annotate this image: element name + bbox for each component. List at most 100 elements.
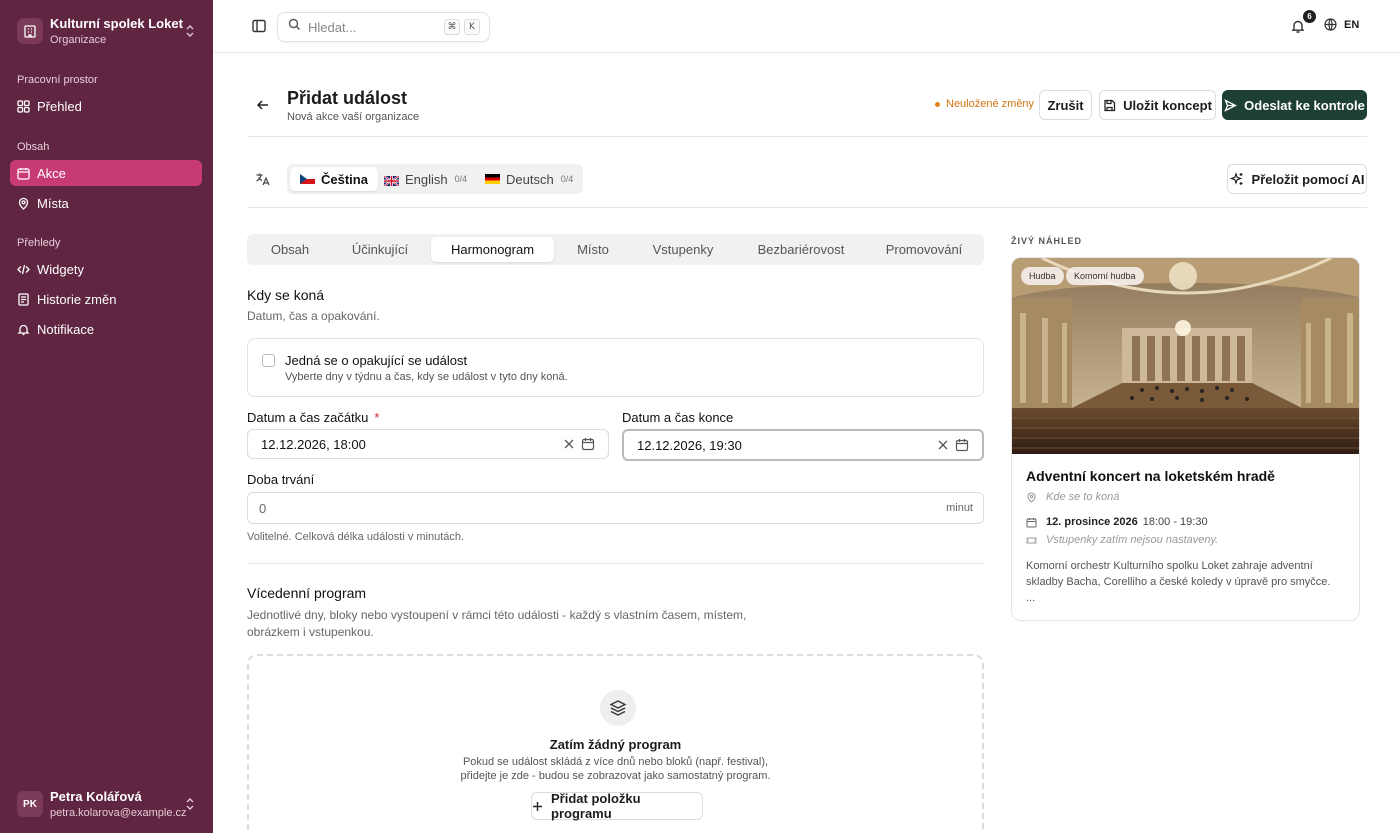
language-tab-de[interactable]: Deutsch 0/4 xyxy=(475,167,583,191)
sidebar-item-overview[interactable]: Přehled xyxy=(10,93,202,119)
notification-count-badge: 6 xyxy=(1303,10,1316,23)
language-switcher[interactable]: EN xyxy=(1324,18,1359,31)
tag-chip: Hudba xyxy=(1021,267,1064,285)
organization-name: Kulturní spolek Loket xyxy=(50,16,183,31)
sparkles-icon xyxy=(1229,172,1244,186)
topbar: Hledat... ⌘ K 6 EN xyxy=(213,0,1400,53)
organization-type: Organizace xyxy=(50,34,107,46)
sidebar-item-widgets[interactable]: Widgety xyxy=(10,256,202,282)
czech-flag-icon xyxy=(300,174,315,184)
sidebar-item-label: Akce xyxy=(37,165,66,181)
translation-progress: 0/4 xyxy=(454,174,468,184)
tab-performers[interactable]: Účinkující xyxy=(337,237,423,262)
sidebar-item-history[interactable]: Historie změn xyxy=(10,286,202,312)
sidebar-item-label: Historie změn xyxy=(37,291,117,307)
avatar: PK xyxy=(17,791,43,817)
language-name: Deutsch xyxy=(506,171,554,187)
save-icon xyxy=(1103,99,1116,112)
add-program-item-button[interactable]: Přidat položku programu xyxy=(531,791,703,821)
submit-review-button[interactable]: Odeslat ke kontrole xyxy=(1222,90,1367,120)
unsaved-changes-indicator: Neuložené změny xyxy=(935,98,1034,110)
recurring-checkbox[interactable] xyxy=(262,354,275,367)
page-subtitle: Nová akce vaší organizace xyxy=(287,111,420,123)
back-arrow-icon[interactable] xyxy=(255,97,271,113)
uk-flag-icon xyxy=(383,174,400,187)
preview-date: 12. prosince 2026 xyxy=(1046,516,1138,528)
calendar-icon[interactable] xyxy=(955,438,969,452)
sidebar-item-label: Místa xyxy=(37,195,69,211)
document-icon xyxy=(17,292,30,306)
language-tab-cs[interactable]: Čeština xyxy=(290,167,378,191)
duration-placeholder: 0 xyxy=(259,500,267,516)
save-draft-label: Uložit koncept xyxy=(1123,97,1212,113)
tab-tickets[interactable]: Vstupenky xyxy=(640,237,726,262)
tab-promotion[interactable]: Promovování xyxy=(874,237,974,262)
save-draft-button[interactable]: Uložit koncept xyxy=(1099,90,1216,120)
preview-description-text: Komorní orchestr Kulturního spolku Loket… xyxy=(1026,560,1331,588)
end-datetime-input[interactable]: 12.12.2026, 19:30 xyxy=(622,429,984,461)
preview-tickets-row: Vstupenky zatím nejsou nastaveny. xyxy=(1026,534,1218,546)
sidebar: Kulturní spolek Loket Organizace Pracovn… xyxy=(0,0,213,833)
translate-icon xyxy=(255,172,270,187)
preview-date-row: 12. prosince 2026 18:00 - 19:30 xyxy=(1026,516,1208,528)
recurring-event-card[interactable]: Jedná se o opakující se událost Vyberte … xyxy=(247,338,984,397)
ai-translate-label: Přeložit pomocí AI xyxy=(1251,171,1365,187)
language-name: English xyxy=(405,171,448,187)
organization-switcher[interactable]: Kulturní spolek Loket Organizace xyxy=(17,14,197,48)
start-datetime-value: 12.12.2026, 18:00 xyxy=(261,436,366,452)
event-preview-card: Hudba Komorní hudba Adventní koncert na … xyxy=(1011,257,1360,621)
clear-icon[interactable] xyxy=(563,438,575,450)
chevron-updown-icon xyxy=(185,797,195,816)
calendar-icon[interactable] xyxy=(581,437,595,451)
start-label-text: Datum a čas začátku xyxy=(247,410,369,425)
user-email: petra.kolarova@example.cz xyxy=(50,807,187,819)
plus-icon xyxy=(532,801,543,812)
sidebar-item-events[interactable]: Akce xyxy=(10,160,202,186)
sidebar-item-notifications[interactable]: Notifikace xyxy=(10,316,202,342)
translation-progress: 0/4 xyxy=(560,174,574,184)
preview-tickets: Vstupenky zatím nejsou nastaveny. xyxy=(1046,534,1219,546)
tab-place[interactable]: Místo xyxy=(560,237,626,262)
divider xyxy=(247,563,984,564)
section-title-program: Vícedenní program xyxy=(247,585,367,601)
live-preview-label: ŽIVÝ NÁHLED xyxy=(1011,236,1083,246)
status-dot xyxy=(935,101,940,107)
section-label-reports: Přehledy xyxy=(17,237,61,249)
preview-time: 18:00 - 19:30 xyxy=(1142,516,1208,528)
calendar-icon xyxy=(1026,517,1037,528)
code-icon xyxy=(17,263,30,276)
start-datetime-input[interactable]: 12.12.2026, 18:00 xyxy=(247,429,609,459)
page-title: Přidat událost xyxy=(287,88,408,108)
empty-state-title: Zatím žádný program xyxy=(549,737,682,752)
search-input[interactable]: Hledat... ⌘ K xyxy=(277,12,490,42)
sidebar-toggle-icon[interactable] xyxy=(251,18,267,34)
calendar-icon xyxy=(17,167,30,180)
sidebar-item-label: Notifikace xyxy=(37,321,95,337)
clear-icon[interactable] xyxy=(937,439,949,451)
recurring-desc: Vyberte dny v týdnu a čas, kdy se událos… xyxy=(285,371,568,383)
tab-accessibility[interactable]: Bezbariérovost xyxy=(747,237,855,262)
event-section-tabs: Obsah Účinkující Harmonogram Místo Vstup… xyxy=(247,234,984,265)
preview-event-title: Adventní koncert na loketském hradě xyxy=(1026,468,1275,484)
user-menu[interactable]: PK Petra Kolářová petra.kolarova@example… xyxy=(17,787,197,821)
preview-place: Kde se to koná xyxy=(1046,491,1120,503)
recurring-title: Jedná se o opakující se událost xyxy=(285,353,468,368)
event-image: Hudba Komorní hudba xyxy=(1012,258,1359,454)
ai-translate-button[interactable]: Přeložit pomocí AI xyxy=(1227,164,1367,194)
unsaved-label: Neuložené změny xyxy=(946,98,1035,110)
section-label-workspace: Pracovní prostor xyxy=(17,74,98,86)
cancel-button[interactable]: Zrušit xyxy=(1039,90,1092,120)
start-datetime-label: Datum a čas začátku * xyxy=(247,410,379,425)
layers-icon xyxy=(600,690,636,726)
duration-help-text: Volitelné. Celková délka události v minu… xyxy=(247,531,465,543)
duration-label: Doba trvání xyxy=(247,472,315,487)
required-marker: * xyxy=(374,410,380,425)
tab-content[interactable]: Obsah xyxy=(250,237,330,262)
building-icon xyxy=(17,18,43,44)
duration-input[interactable]: 0 minut xyxy=(247,492,984,524)
duration-unit: minut xyxy=(946,502,973,514)
language-tab-en[interactable]: English 0/4 xyxy=(374,167,477,191)
tab-schedule[interactable]: Harmonogram xyxy=(431,237,554,262)
divider xyxy=(247,136,1367,137)
sidebar-item-places[interactable]: Místa xyxy=(10,190,202,216)
